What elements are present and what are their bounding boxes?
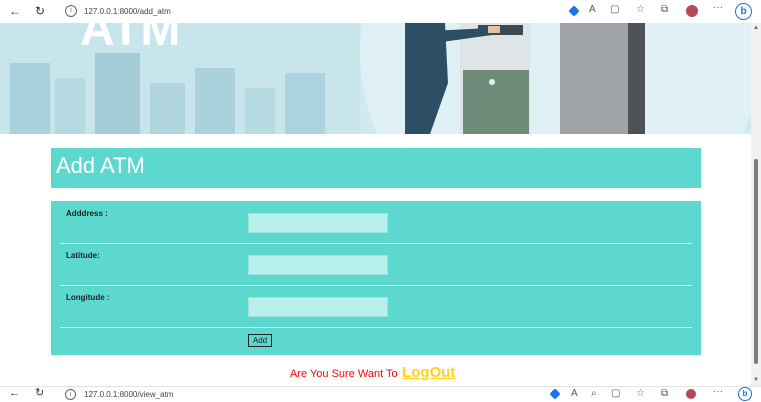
longitude-input[interactable] — [248, 297, 388, 317]
logout-link[interactable]: LogOut — [402, 364, 455, 381]
scrollbar-thumb[interactable] — [754, 159, 758, 364]
atm-banner-image: ATM — [0, 23, 751, 134]
favorites-icon[interactable]: ☆ — [636, 389, 645, 399]
add-button[interactable]: Add — [248, 334, 272, 347]
more-icon[interactable]: ··· — [713, 387, 723, 397]
address-input[interactable] — [248, 213, 388, 233]
logout-question: Are You Sure Want To — [290, 368, 398, 380]
tag-icon[interactable] — [568, 5, 580, 17]
collections-icon[interactable]: ⧉ — [661, 389, 668, 399]
svg-text:ATM: ATM — [80, 23, 180, 56]
longitude-label: Longitude : — [66, 293, 110, 302]
scroll-down-icon[interactable]: ▼ — [753, 377, 759, 383]
latitude-label: Latitude: — [66, 251, 100, 260]
divider — [60, 285, 692, 286]
latitude-input[interactable] — [248, 255, 388, 275]
read-aloud-icon[interactable]: A — [589, 5, 596, 15]
refresh-icon[interactable]: ↻ — [35, 5, 45, 17]
zoom-icon[interactable]: ⌕ — [591, 389, 597, 399]
bing-icon[interactable]: b — [735, 3, 752, 20]
address-bar[interactable]: 127.0.0.1:8000/view_atm — [84, 390, 173, 399]
bing-icon[interactable]: b — [738, 387, 752, 401]
add-atm-form: Adddress : Latitude: Longitude : Add — [51, 201, 701, 355]
page-scrollbar[interactable]: ▲ ▼ — [751, 23, 761, 386]
tab-icon[interactable]: ▢ — [610, 5, 619, 15]
browser-toolbar: ← ↻ i 127.0.0.1:8000/add_atm A ▢ ☆ ⧉ ···… — [0, 0, 761, 24]
tag-icon[interactable] — [549, 388, 561, 400]
back-icon[interactable]: ← — [9, 5, 21, 17]
favorites-icon[interactable]: ☆ — [636, 5, 645, 15]
address-label: Adddress : — [66, 209, 108, 218]
info-icon[interactable]: i — [65, 389, 76, 400]
read-aloud-icon[interactable]: A — [571, 389, 578, 399]
refresh-icon[interactable]: ↻ — [35, 388, 44, 399]
info-icon[interactable]: i — [65, 5, 77, 17]
profile-icon[interactable] — [686, 5, 698, 17]
profile-icon[interactable] — [686, 389, 696, 399]
divider — [60, 327, 692, 328]
tab-icon[interactable]: ▢ — [611, 389, 620, 399]
scroll-up-icon[interactable]: ▲ — [753, 25, 759, 31]
page-header: Add ATM — [51, 148, 701, 188]
divider — [60, 243, 692, 244]
browser-toolbar-secondary: ← ↻ i 127.0.0.1:8000/view_atm A ⌕ ▢ ☆ ⧉ … — [0, 386, 761, 402]
back-icon[interactable]: ← — [9, 388, 20, 399]
logout-prompt: Are You Sure Want To LogOut — [290, 364, 455, 382]
collections-icon[interactable]: ⧉ — [661, 5, 668, 15]
address-bar[interactable]: 127.0.0.1:8000/add_atm — [84, 7, 171, 16]
page-title: Add ATM — [56, 153, 145, 178]
more-icon[interactable]: ··· — [713, 3, 723, 13]
